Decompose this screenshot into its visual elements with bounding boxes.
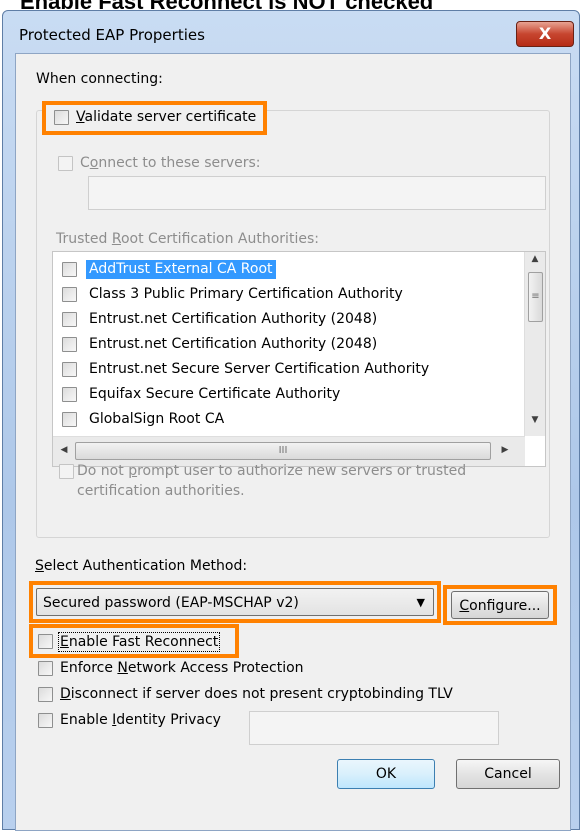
ca-checkbox[interactable] [62, 287, 77, 302]
ca-checkbox[interactable] [62, 337, 77, 352]
cryptobinding-label[interactable]: Disconnect if server does not present cr… [60, 685, 453, 703]
auth-method-select[interactable]: Secured password (EAP-MSCHAP v2) ▼ [36, 588, 434, 616]
chevron-down-icon: ▼ [416, 596, 425, 609]
ca-checkbox[interactable] [62, 312, 77, 327]
ca-checkbox[interactable] [62, 412, 77, 427]
validate-cert-label[interactable]: Validate server certificate [76, 108, 256, 126]
scroll-left-icon[interactable]: ◀ [57, 445, 71, 459]
ca-list[interactable]: AddTrust External CA Root Class 3 Public… [52, 251, 546, 467]
ca-label: Entrust.net Certification Authority (204… [89, 311, 378, 327]
validate-cert-checkbox[interactable] [54, 110, 69, 125]
connect-servers-checkbox[interactable] [58, 156, 73, 171]
ca-label: AddTrust External CA Root [86, 260, 276, 279]
ca-checkbox[interactable] [62, 362, 77, 377]
fast-reconnect-checkbox[interactable] [38, 634, 53, 649]
ca-label: Equifax Secure Certificate Authority [89, 386, 341, 402]
ca-label: Entrust.net Secure Server Certification … [89, 361, 430, 377]
nap-checkbox[interactable] [38, 661, 53, 676]
ca-checkbox[interactable] [62, 262, 77, 277]
list-item[interactable]: AddTrust External CA Root [53, 257, 518, 282]
identity-privacy-label[interactable]: Enable Identity Privacy [60, 711, 221, 729]
close-button[interactable]: X [516, 21, 574, 47]
ca-checkbox[interactable] [62, 387, 77, 402]
fast-reconnect-label[interactable]: Enable Fast Reconnect [58, 632, 221, 652]
list-item[interactable]: GlobalSign Root CA [53, 407, 518, 432]
servers-input[interactable] [88, 176, 546, 210]
scroll-down-icon[interactable]: ▼ [525, 415, 545, 431]
window-title: Protected EAP Properties [19, 26, 205, 44]
cryptobinding-checkbox[interactable] [38, 687, 53, 702]
list-item[interactable]: Entrust.net Certification Authority (204… [53, 307, 518, 332]
nap-label[interactable]: Enforce Network Access Protection [60, 659, 304, 677]
configure-button[interactable]: Configure... [451, 591, 549, 619]
scroll-up-icon[interactable]: ▲ [525, 254, 545, 270]
vertical-scrollbar[interactable]: ▲ ≡ ▼ [524, 252, 545, 436]
list-item[interactable]: Class 3 Public Primary Certification Aut… [53, 282, 518, 307]
no-prompt-label: Do not prompt user to authorize new serv… [77, 463, 467, 499]
horizontal-scroll-thumb[interactable]: III [75, 442, 491, 460]
when-connecting-label: When connecting: [36, 71, 163, 87]
connect-servers-label: Connect to these servers: [80, 155, 261, 171]
ca-label: Entrust.net Certification Authority (204… [89, 336, 378, 352]
dialog-window: Protected EAP Properties X When connecti… [2, 10, 580, 831]
close-icon: X [538, 24, 552, 43]
no-prompt-checkbox[interactable] [59, 464, 74, 479]
ca-label: Class 3 Public Primary Certification Aut… [89, 286, 403, 302]
identity-privacy-checkbox[interactable] [38, 713, 53, 728]
list-item[interactable]: Equifax Secure Certificate Authority [53, 382, 518, 407]
cancel-button[interactable]: Cancel [456, 759, 560, 789]
auth-method-label: Select Authentication Method: [35, 558, 248, 574]
ok-button[interactable]: OK [337, 759, 435, 789]
trusted-ca-label: Trusted Root Certification Authorities: [56, 231, 319, 247]
list-item[interactable]: Entrust.net Certification Authority (204… [53, 332, 518, 357]
list-item[interactable]: Entrust.net Secure Server Certification … [53, 357, 518, 382]
identity-input[interactable] [249, 711, 499, 745]
ca-label: GlobalSign Root CA [89, 411, 225, 427]
vertical-scroll-thumb[interactable]: ≡ [528, 272, 543, 322]
scroll-right-icon[interactable]: ▶ [498, 445, 512, 459]
